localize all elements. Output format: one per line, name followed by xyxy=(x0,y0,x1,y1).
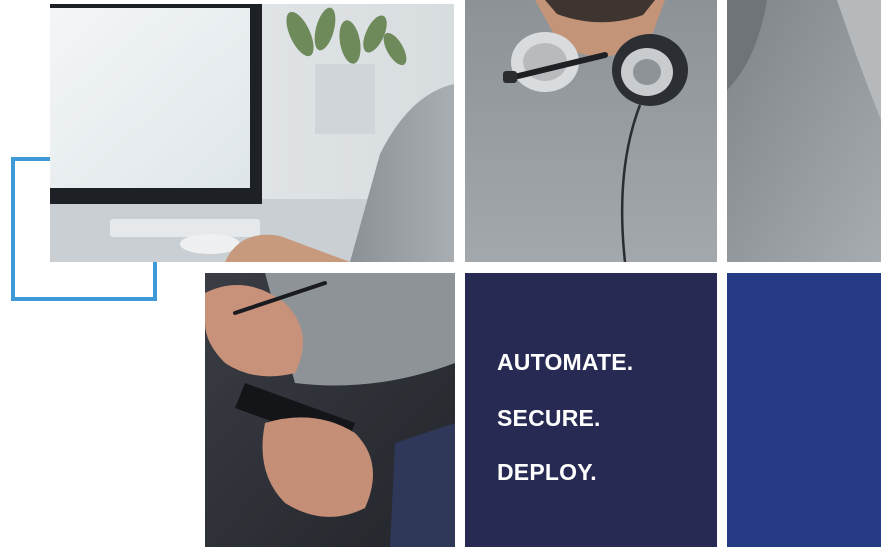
sweater-shoulder-photo xyxy=(727,0,881,262)
slogan-panel: AUTOMATE. SECURE. DEPLOY. xyxy=(465,273,717,547)
accent-bracket-tick xyxy=(153,262,157,301)
blue-color-block xyxy=(727,273,881,547)
slogan-line-automate: AUTOMATE. xyxy=(497,349,634,375)
hands-phone-photo xyxy=(205,273,455,547)
office-desk-photo xyxy=(50,4,454,262)
slogan-line-secure: SECURE. xyxy=(497,405,601,431)
headset-man-photo xyxy=(465,0,717,262)
slogan-line-deploy: DEPLOY. xyxy=(497,459,597,485)
